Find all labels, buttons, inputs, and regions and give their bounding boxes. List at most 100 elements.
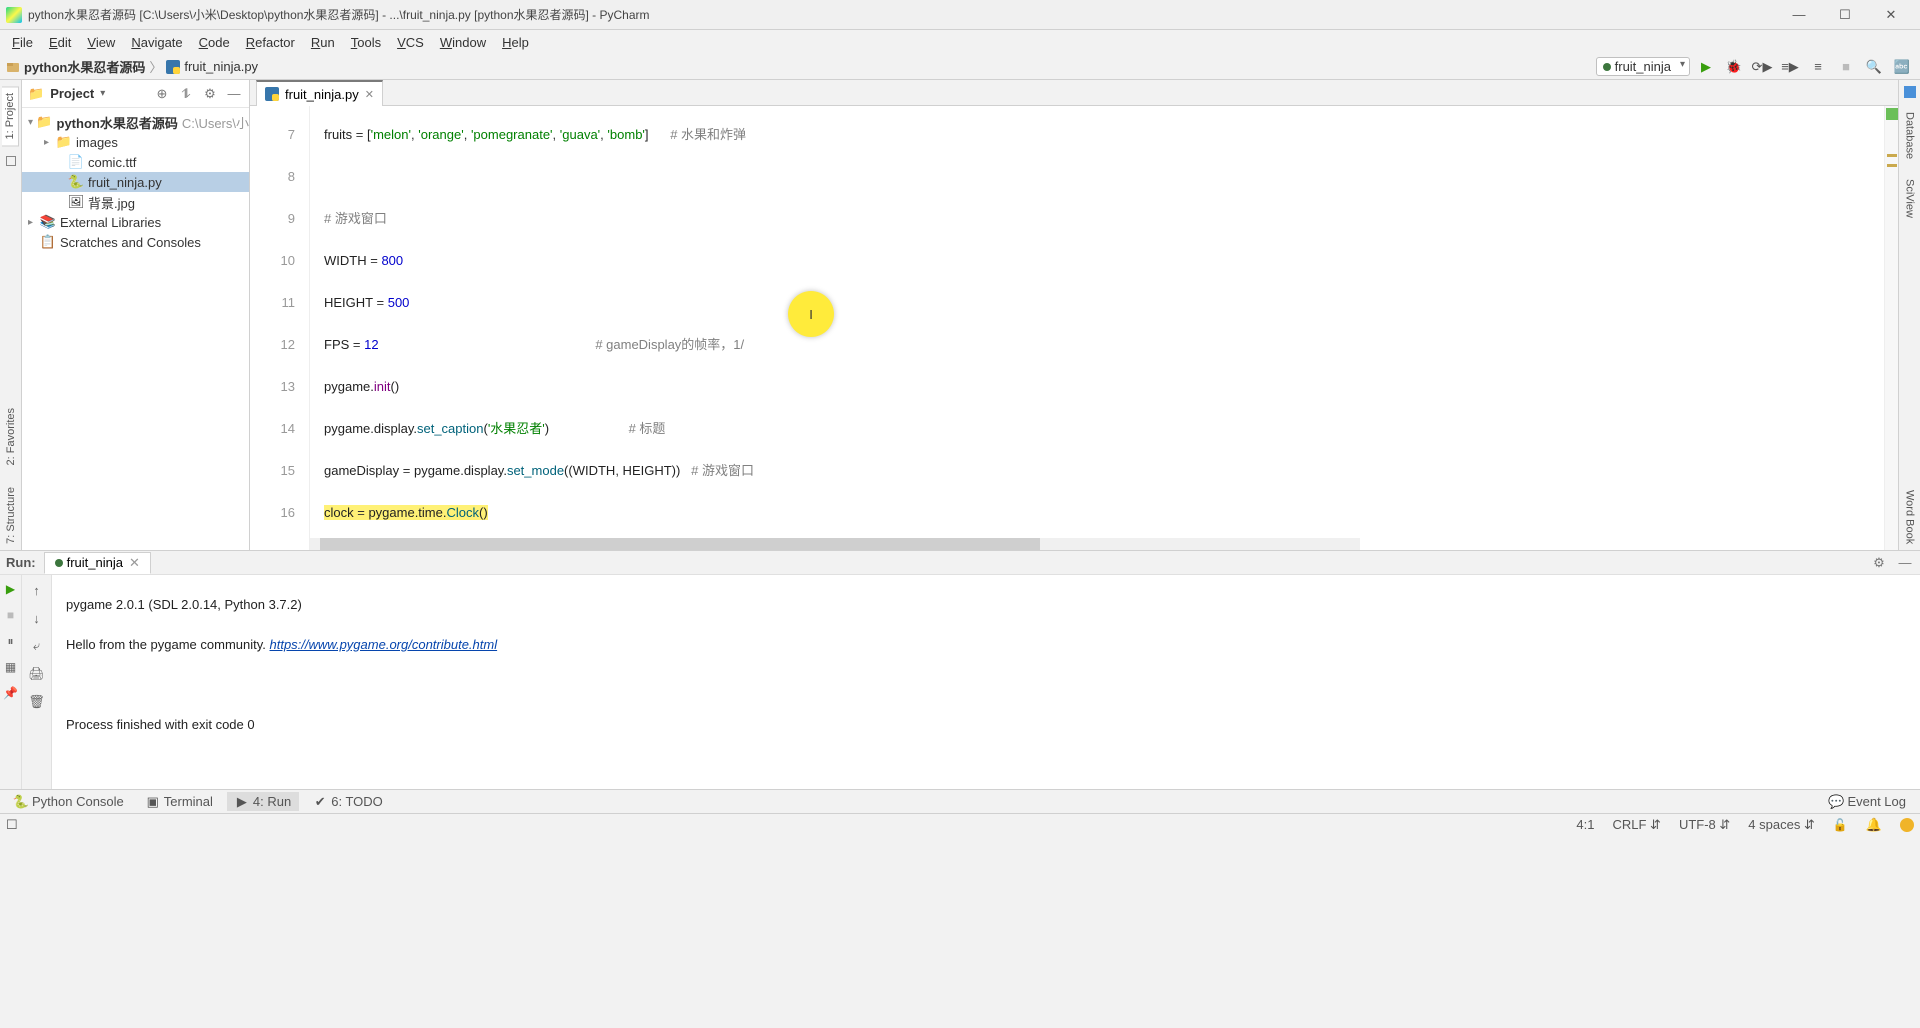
- menu-navigate[interactable]: Navigate: [123, 33, 190, 52]
- project-label: Project: [50, 86, 94, 101]
- project-header: 📁 Project ▾ ⊕ ⥮ ⚙ ―: [22, 80, 249, 108]
- tree-folder-images[interactable]: ▸📁images: [22, 132, 249, 152]
- breadcrumb: python水果忍者源码 〉 fruit_ninja.py: [6, 57, 258, 76]
- status-notif-icon[interactable]: 🔔: [1866, 817, 1882, 833]
- lib-icon: 📚: [40, 214, 56, 230]
- run-tab[interactable]: fruit_ninja ✕: [44, 552, 151, 574]
- run-header: Run: fruit_ninja ✕ ⚙ ―: [0, 551, 1920, 575]
- right-tab-database[interactable]: Database: [1902, 106, 1918, 165]
- breadcrumb-root[interactable]: python水果忍者源码: [24, 57, 145, 76]
- window-close[interactable]: ✕: [1868, 0, 1914, 30]
- menu-view[interactable]: View: [79, 33, 123, 52]
- menu-vcs[interactable]: VCS: [389, 33, 432, 52]
- bottom-tab-terminal[interactable]: ▣Terminal: [138, 792, 221, 811]
- tree-root[interactable]: ▾ 📁 python水果忍者源码 C:\Users\小: [22, 112, 249, 132]
- run-stop-button[interactable]: ■: [3, 607, 19, 623]
- menu-tools[interactable]: Tools: [343, 33, 389, 52]
- run-settings-icon[interactable]: ⚙: [1870, 555, 1888, 571]
- bottom-bar: 🐍Python Console▣Terminal▶4: Run✔6: TODO …: [0, 789, 1920, 813]
- run-left-toolbar: ▶ ■ ⏸ ▦ 📌: [0, 575, 22, 789]
- console-output[interactable]: pygame 2.0.1 (SDL 2.0.14, Python 3.7.2)H…: [52, 575, 1920, 789]
- run-tab-status-icon: [55, 559, 63, 567]
- run-button[interactable]: ▶: [1694, 55, 1718, 79]
- menu-refactor[interactable]: Refactor: [238, 33, 303, 52]
- right-tab-sciview[interactable]: SciView: [1902, 173, 1918, 224]
- debug-button[interactable]: 🐞: [1722, 55, 1746, 79]
- h-scroll-thumb[interactable]: [320, 538, 1040, 550]
- menu-run[interactable]: Run: [303, 33, 343, 52]
- search-button[interactable]: 🔍: [1862, 55, 1886, 79]
- warning-marker[interactable]: [1887, 164, 1897, 167]
- run-print-button[interactable]: 🖨: [28, 665, 46, 683]
- run-clear-button[interactable]: 🗑: [28, 693, 46, 711]
- source-text[interactable]: fruits = ['melon', 'orange', 'pomegranat…: [310, 106, 1884, 550]
- project-locate-icon[interactable]: ⊕: [153, 86, 171, 102]
- project-hide-icon[interactable]: ―: [225, 86, 243, 101]
- event-log-button[interactable]: 💬 Event Log: [1821, 792, 1914, 811]
- breadcrumb-file[interactable]: fruit_ninja.py: [184, 59, 258, 74]
- tree-item-label: External Libraries: [60, 215, 161, 230]
- window-minimize[interactable]: ―: [1776, 0, 1822, 30]
- event-log-label: Event Log: [1847, 794, 1906, 809]
- run-rerun-button[interactable]: ▶: [3, 581, 19, 597]
- titlebar: python水果忍者源码 [C:\Users\小米\Desktop\python…: [0, 0, 1920, 30]
- coverage-button[interactable]: ⟳▶: [1750, 55, 1774, 79]
- bottom-tab-pythonconsole[interactable]: 🐍Python Console: [6, 792, 132, 811]
- stop-button[interactable]: ■: [1834, 55, 1858, 79]
- left-tab-icon[interactable]: [6, 156, 16, 166]
- menu-help[interactable]: Help: [494, 33, 537, 52]
- scratch-icon: 📋: [40, 234, 56, 250]
- bottom-tab-todo[interactable]: ✔6: TODO: [305, 792, 391, 811]
- run-pause-button[interactable]: ⏸: [3, 633, 19, 649]
- run-layout-button[interactable]: ▦: [3, 659, 19, 675]
- tree-file-fruit-ninja[interactable]: 🐍fruit_ninja.py: [22, 172, 249, 192]
- tree-item-label: comic.ttf: [88, 155, 136, 170]
- run-down-button[interactable]: ↓: [28, 609, 46, 627]
- warning-marker[interactable]: [1887, 154, 1897, 157]
- project-dropdown-icon[interactable]: ▾: [100, 88, 105, 99]
- menu-file[interactable]: File: [4, 33, 41, 52]
- window-maximize[interactable]: ☐: [1822, 0, 1868, 30]
- run-config-dropdown[interactable]: fruit_ninja: [1596, 57, 1690, 76]
- status-indent[interactable]: 4 spaces ⇵: [1748, 817, 1815, 833]
- app-icon: [6, 7, 22, 23]
- tree-item-label: 背景.jpg: [88, 193, 135, 212]
- editor-tab-close[interactable]: ✕: [365, 88, 374, 101]
- bottom-tab-run[interactable]: ▶4: Run: [227, 792, 299, 811]
- run-hide-icon[interactable]: ―: [1896, 555, 1914, 570]
- project-collapse-icon[interactable]: ⥮: [177, 86, 195, 102]
- menu-window[interactable]: Window: [432, 33, 494, 52]
- editor-tab[interactable]: fruit_ninja.py ✕: [256, 80, 383, 106]
- image-file-icon: 🖼: [68, 194, 84, 210]
- editor: fruit_ninja.py ✕ 78910111213141516 fruit…: [250, 80, 1898, 550]
- db-icon[interactable]: [1904, 86, 1916, 98]
- tree-file-bg[interactable]: 🖼背景.jpg: [22, 192, 249, 212]
- status-eol[interactable]: CRLF ⇵: [1612, 817, 1660, 833]
- menu-code[interactable]: Code: [191, 33, 238, 52]
- tree-file-comic[interactable]: 📄comic.ttf: [22, 152, 249, 172]
- code-area[interactable]: 78910111213141516 fruits = ['melon', 'or…: [250, 106, 1898, 550]
- breadcrumb-sep: 〉: [149, 57, 162, 76]
- status-pos[interactable]: 4:1: [1576, 817, 1594, 832]
- profile-button[interactable]: ≡▶: [1778, 55, 1802, 79]
- tree-ext-libs[interactable]: ▸📚External Libraries: [22, 212, 249, 232]
- h-scrollbar[interactable]: [310, 538, 1360, 550]
- status-gh-icon[interactable]: [1900, 818, 1914, 832]
- menu-edit[interactable]: Edit: [41, 33, 79, 52]
- translate-button[interactable]: 🔤: [1890, 55, 1914, 79]
- left-tab-project[interactable]: 1: Project: [2, 86, 19, 146]
- status-icon[interactable]: ☐: [6, 817, 18, 833]
- status-enc[interactable]: UTF-8 ⇵: [1679, 817, 1730, 833]
- tree-scratches[interactable]: 📋Scratches and Consoles: [22, 232, 249, 252]
- marker-strip[interactable]: [1884, 106, 1898, 550]
- run-up-button[interactable]: ↑: [28, 581, 46, 599]
- run-tab-close[interactable]: ✕: [129, 555, 140, 571]
- left-tab-favorites[interactable]: 2: Favorites: [3, 402, 19, 471]
- left-tab-structure[interactable]: 7: Structure: [3, 481, 19, 550]
- right-tab-wordbook[interactable]: Word Book: [1902, 484, 1918, 550]
- run-pin-button[interactable]: 📌: [3, 685, 19, 701]
- project-settings-icon[interactable]: ⚙: [201, 86, 219, 102]
- attach-button[interactable]: ≡: [1806, 55, 1830, 79]
- run-wrap-button[interactable]: ⤶: [28, 637, 46, 655]
- status-lock-icon[interactable]: 🔓: [1833, 818, 1848, 832]
